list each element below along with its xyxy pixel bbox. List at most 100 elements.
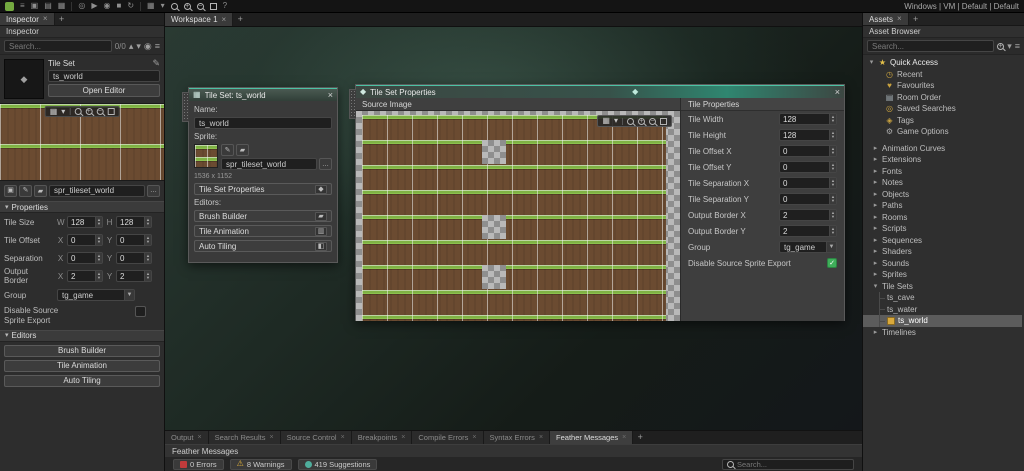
grid-icon[interactable]	[50, 108, 58, 116]
close-tab-icon[interactable]	[622, 434, 626, 441]
asset-folder[interactable]: Objects	[863, 189, 1024, 201]
assets-menu-icon[interactable]	[1015, 42, 1020, 51]
asset-folder[interactable]: Sprites	[863, 269, 1024, 281]
workspace-canvas[interactable]: Tile Set: ts_world Name: ts_world Sprite…	[165, 27, 862, 430]
search-prev-icon[interactable]	[129, 42, 134, 51]
tree-item-tileset[interactable]: ts_cave	[863, 292, 1024, 304]
filter-icon[interactable]	[1007, 42, 1012, 51]
stop-icon[interactable]	[116, 2, 121, 10]
gamemaker-logo-icon[interactable]	[5, 1, 14, 11]
value-input[interactable]: 2 ▲ ▼	[116, 270, 152, 282]
tree-item-quick-access[interactable]: Quick Access	[863, 57, 1024, 69]
group-dropdown[interactable]: tg_game ▼	[57, 289, 135, 301]
zoom-grid-icon[interactable]	[147, 2, 155, 10]
editor-button[interactable]: Auto Tiling	[194, 240, 332, 252]
close-tab-icon[interactable]	[401, 434, 405, 441]
add-tab-button[interactable]	[909, 13, 923, 25]
stepper[interactable]: ▲ ▼	[829, 210, 836, 220]
debug-icon[interactable]	[104, 2, 111, 10]
close-tab-icon[interactable]	[341, 434, 345, 441]
caret-down-icon[interactable]	[61, 108, 65, 116]
expand-icon[interactable]	[872, 214, 879, 221]
zoom-out-icon[interactable]	[649, 117, 656, 125]
runtime-target-text[interactable]: Windows | VM | Default | Default	[904, 2, 1019, 11]
stepper[interactable]: ▲ ▼	[95, 217, 102, 227]
new-project-icon[interactable]	[31, 2, 39, 10]
tab-inspector[interactable]: Inspector	[0, 13, 55, 25]
dock-icon[interactable]	[632, 88, 638, 96]
asset-folder[interactable]: Animation Curves	[863, 143, 1024, 155]
value-input[interactable]: 2 ▲ ▼	[67, 270, 103, 282]
tree-item-ts-world-selected[interactable]: ts_world	[863, 315, 1022, 327]
assets-search-input[interactable]	[867, 40, 995, 52]
edit-pencil-icon[interactable]	[152, 59, 160, 68]
expand-icon[interactable]	[872, 179, 879, 186]
properties-window-titlebar[interactable]: Tile Set Properties	[356, 85, 844, 98]
output-tab[interactable]: Syntax Errors	[483, 431, 551, 444]
stepper[interactable]: ▲ ▼	[95, 271, 102, 281]
disable-source-checkbox[interactable]	[827, 258, 837, 268]
tileset-window-titlebar[interactable]: Tile Set: ts_world	[189, 88, 337, 101]
stepper[interactable]: ▲ ▼	[144, 253, 151, 263]
zoom-in-icon[interactable]	[183, 2, 191, 10]
expand-icon[interactable]	[872, 202, 879, 209]
zoom-icon[interactable]	[74, 108, 82, 115]
asset-folder[interactable]: Rooms	[863, 212, 1024, 224]
close-tab-icon[interactable]	[539, 434, 543, 441]
search-next-icon[interactable]	[136, 42, 141, 51]
close-tab-icon[interactable]	[472, 434, 476, 441]
output-search-input[interactable]	[737, 459, 849, 469]
caret-down-icon[interactable]	[614, 117, 618, 125]
help-icon[interactable]	[223, 2, 227, 10]
output-tab[interactable]: Source Control	[280, 431, 352, 444]
tree-item-tileset[interactable]: ts_water	[863, 303, 1024, 316]
zoom-fit-icon[interactable]	[660, 117, 667, 125]
search-options-icon[interactable]	[997, 42, 1005, 50]
clean-icon[interactable]	[127, 2, 134, 10]
stepper[interactable]: ▲ ▼	[95, 253, 102, 263]
editor-button[interactable]: Brush Builder	[4, 344, 160, 357]
add-workspace-button[interactable]	[233, 13, 247, 26]
sprite-more-button[interactable]	[319, 158, 332, 170]
stepper[interactable]: ▲ ▼	[144, 235, 151, 245]
add-tab-button[interactable]	[55, 13, 69, 25]
expand-icon[interactable]	[872, 271, 879, 278]
close-tab-icon[interactable]	[198, 434, 202, 441]
collapse-icon[interactable]	[868, 59, 875, 66]
add-output-tab-button[interactable]	[633, 431, 647, 444]
zoom-in-icon[interactable]	[638, 117, 645, 125]
zoom-grid-caret-icon[interactable]	[161, 2, 165, 10]
zoom-fit-icon[interactable]	[107, 108, 115, 115]
edit-sprite-button[interactable]	[221, 144, 234, 156]
stepper[interactable]: ▲ ▼	[829, 226, 836, 236]
field-input[interactable]: 0 ▲ ▼	[779, 145, 837, 157]
quick-access-item[interactable]: Recent	[863, 69, 1024, 81]
run-icon[interactable]	[91, 2, 97, 10]
asset-folder[interactable]: Sequences	[863, 235, 1024, 247]
zoom-out-icon[interactable]	[96, 108, 104, 115]
field-input[interactable]: 0 ▲ ▼	[779, 177, 837, 189]
close-window-icon[interactable]	[328, 91, 333, 100]
stepper[interactable]: ▲ ▼	[829, 162, 836, 172]
editor-button[interactable]: Tile Animation	[4, 359, 160, 372]
quick-access-item[interactable]: Room Order	[863, 92, 1024, 104]
tab-workspace-1[interactable]: Workspace 1	[165, 13, 234, 26]
pin-icon[interactable]	[144, 42, 152, 51]
close-tab-icon[interactable]	[222, 16, 227, 24]
inspector-menu-icon[interactable]	[155, 42, 160, 51]
stepper[interactable]: ▲ ▼	[144, 217, 151, 227]
zoom-icon[interactable]	[627, 117, 634, 125]
output-tab[interactable]: Breakpoints	[351, 431, 413, 444]
collapse-icon[interactable]	[872, 283, 879, 290]
stepper[interactable]: ▲ ▼	[829, 146, 836, 156]
stepper[interactable]: ▲ ▼	[829, 130, 836, 140]
source-image-canvas[interactable]	[356, 111, 680, 321]
zoom-in-icon[interactable]	[85, 108, 93, 115]
close-tab-icon[interactable]	[269, 434, 273, 441]
properties-section-header[interactable]: Properties	[0, 201, 164, 213]
output-tab[interactable]: Search Results	[208, 431, 281, 444]
stepper[interactable]: ▲ ▼	[829, 114, 836, 124]
close-tab-icon[interactable]	[43, 15, 48, 23]
quick-access-item[interactable]: Favourites	[863, 80, 1024, 92]
expand-icon[interactable]	[872, 329, 879, 336]
